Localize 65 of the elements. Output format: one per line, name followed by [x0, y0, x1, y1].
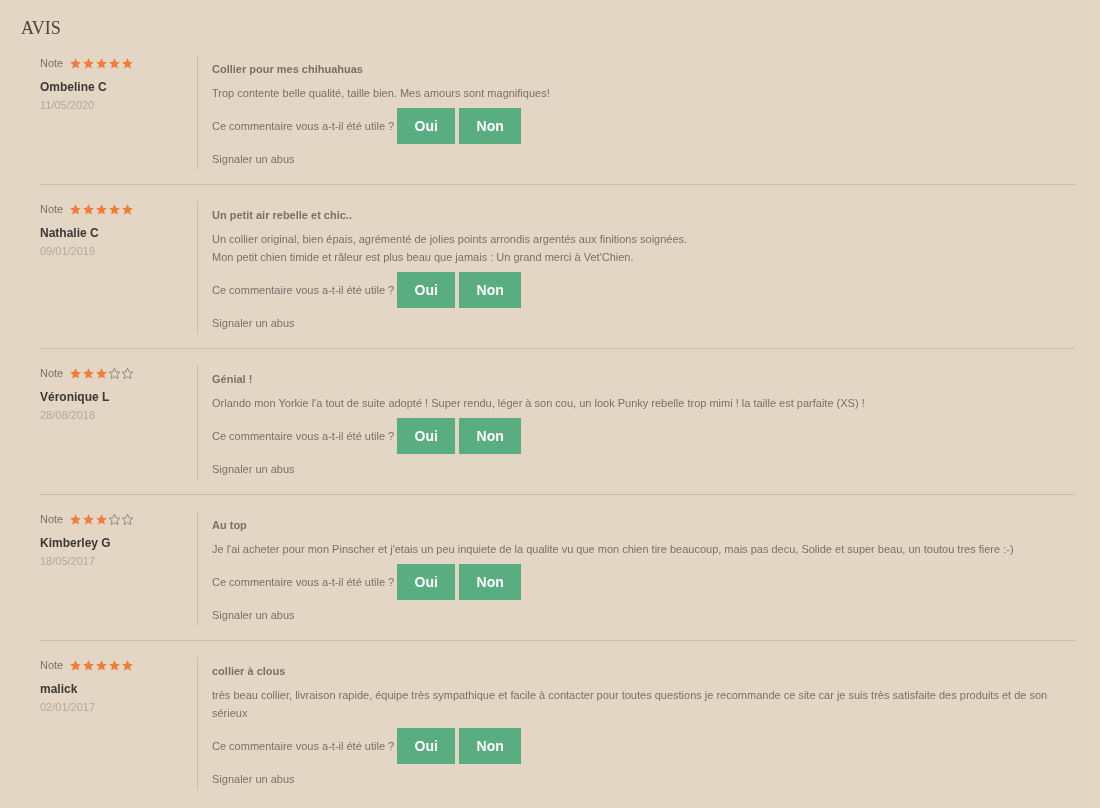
review-title: Au top — [212, 518, 247, 532]
no-button[interactable]: Non — [459, 564, 522, 600]
review-text: Un collier original, bien épais, agrémenté de jolies points arrondis argentés aux finitions soignées. — [212, 232, 688, 247]
review-text: Trop contente belle qualité, taille bien. Mes amours sont magnifiques! — [212, 86, 550, 101]
helpful-question: Ce commentaire vous a-t-il été utile ? — [212, 574, 395, 590]
star-icon — [69, 202, 83, 216]
star-icon — [95, 56, 109, 70]
review-title: Collier pour mes chihuahuas — [212, 62, 363, 76]
note-label: Note — [40, 202, 64, 216]
note-label: Note — [40, 366, 64, 380]
author-name: Véronique L — [40, 390, 110, 404]
helpful-question: Ce commentaire vous a-t-il été utile ? — [212, 118, 395, 134]
yes-button[interactable]: Oui — [397, 418, 456, 454]
no-button[interactable]: Non — [459, 728, 522, 764]
section-heading: AVIS — [20, 17, 61, 39]
star-icon — [95, 512, 109, 526]
star-icon — [95, 658, 109, 672]
review-text: Mon petit chien timide et râleur est plus beau que jamais : Un grand merci à Vet'Chien. — [212, 250, 634, 265]
author-name: Nathalie C — [40, 226, 99, 240]
star-icon — [69, 366, 83, 380]
star-icon — [108, 202, 122, 216]
star-icon — [108, 56, 122, 70]
review-text: très beau collier, livraison rapide, équipe très sympathique et facile à contacter pour toutes questions je recommande ce site car je suis très satisfaite des produits et de son sérieux — [212, 688, 1049, 721]
star-icon — [82, 202, 96, 216]
star-icon — [108, 658, 122, 672]
empty-star-icon — [121, 512, 135, 526]
star-icon — [82, 56, 96, 70]
note-label: Note — [40, 56, 64, 70]
author-name: Kimberley G — [40, 536, 111, 550]
report-abuse-link[interactable]: Signaler un abus — [212, 316, 295, 330]
helpful-question: Ce commentaire vous a-t-il été utile ? — [212, 738, 395, 754]
yes-button[interactable]: Oui — [397, 564, 456, 600]
author-name: malick — [40, 682, 78, 696]
author-name: Ombeline C — [40, 80, 107, 94]
star-icon — [69, 658, 83, 672]
empty-star-icon — [121, 366, 135, 380]
star-icon — [95, 366, 109, 380]
star-icon — [121, 202, 135, 216]
review-text: Je l'ai acheter pour mon Pinscher et j'etais un peu inquiete de la qualite vu que mon chien tire beaucoup, mais pas decu, Solide et super beau, un toutou tres fiere :-) — [212, 542, 1014, 557]
review-title: Génial ! — [212, 372, 253, 386]
report-abuse-link[interactable]: Signaler un abus — [212, 608, 295, 622]
report-abuse-link[interactable]: Signaler un abus — [212, 152, 295, 166]
star-icon — [69, 56, 83, 70]
no-button[interactable]: Non — [459, 418, 522, 454]
report-abuse-link[interactable]: Signaler un abus — [212, 462, 295, 476]
star-icon — [82, 512, 96, 526]
note-label: Note — [40, 512, 64, 526]
star-icon — [69, 512, 83, 526]
star-icon — [121, 658, 135, 672]
yes-button[interactable]: Oui — [397, 108, 456, 144]
yes-button[interactable]: Oui — [397, 272, 456, 308]
helpful-question: Ce commentaire vous a-t-il été utile ? — [212, 282, 395, 298]
note-label: Note — [40, 658, 64, 672]
review-text: Orlando mon Yorkie l'a tout de suite adopté ! Super rendu, léger à son cou, un look Punky rebelle trop mimi ! la taille est parfaite (XS) ! — [212, 396, 865, 411]
star-icon — [95, 202, 109, 216]
star-icon — [82, 366, 96, 380]
star-icon — [82, 658, 96, 672]
star-icon — [121, 56, 135, 70]
report-abuse-link[interactable]: Signaler un abus — [212, 772, 295, 786]
no-button[interactable]: Non — [459, 108, 522, 144]
yes-button[interactable]: Oui — [397, 728, 456, 764]
helpful-question: Ce commentaire vous a-t-il été utile ? — [212, 428, 395, 444]
review-title: collier à clous — [212, 664, 286, 678]
no-button[interactable]: Non — [459, 272, 522, 308]
review-title: Un petit air rebelle et chic.. — [212, 208, 352, 222]
